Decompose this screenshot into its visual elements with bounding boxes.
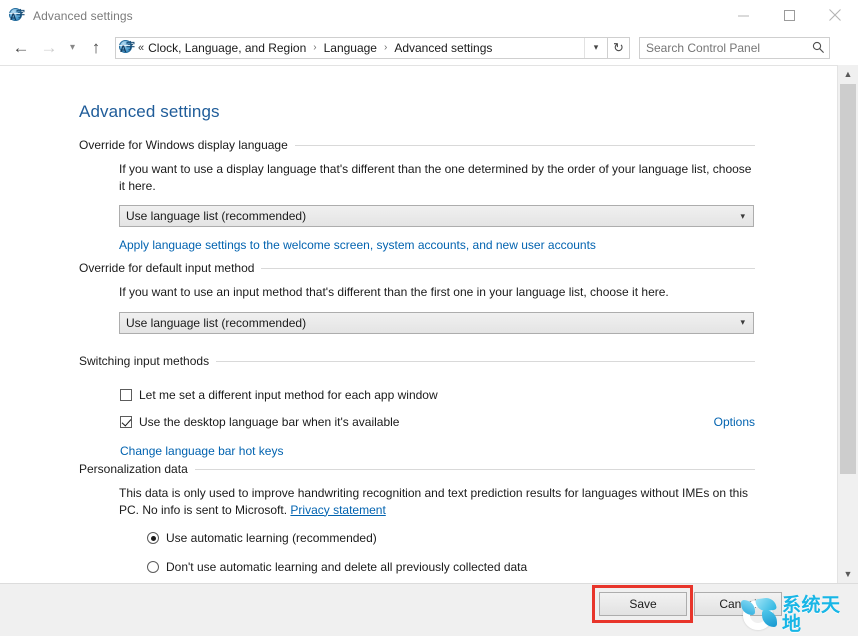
radio-selected-icon[interactable] <box>147 532 159 544</box>
scrollbar-thumb[interactable] <box>840 84 856 474</box>
checkbox-language-bar-label: Use the desktop language bar when it's a… <box>139 415 399 429</box>
chevron-down-icon[interactable]: ▾ <box>740 318 753 327</box>
checkbox-app-window-label: Let me set a different input method for … <box>139 388 438 402</box>
section-header: Override for default input method <box>79 261 755 275</box>
divider <box>195 469 755 470</box>
vertical-scrollbar[interactable]: ▲ ▼ <box>837 65 858 583</box>
breadcrumb-item-clock-language-region[interactable]: Clock, Language, and Region <box>146 41 308 55</box>
personalization-description: This data is only used to improve handwr… <box>119 485 756 518</box>
section-input-method: Override for default input method If you… <box>79 261 755 334</box>
change-language-bar-hot-keys-link[interactable]: Change language bar hot keys <box>120 444 283 458</box>
forward-icon: → <box>36 35 62 61</box>
input-method-combobox-value: Use language list (recommended) <box>120 316 306 330</box>
divider <box>261 268 755 269</box>
radio-use-automatic-learning[interactable]: Use automatic learning (recommended) <box>147 531 755 545</box>
apply-language-settings-link[interactable]: Apply language settings to the welcome s… <box>119 238 596 252</box>
input-method-description: If you want to use an input method that'… <box>119 284 754 301</box>
window-title: Advanced settings <box>33 9 133 23</box>
watermark: 系统天地 <box>740 594 858 635</box>
close-button[interactable] <box>812 0 858 30</box>
section-display-language: Override for Windows display language If… <box>79 138 755 252</box>
window-controls <box>720 0 858 30</box>
scroll-down-icon[interactable]: ▼ <box>838 565 858 583</box>
radio-automatic-label: Use automatic learning (recommended) <box>166 531 377 545</box>
section-personalization-data: Personalization data This data is only u… <box>79 462 755 574</box>
title-bar: A 字 Advanced settings <box>0 0 858 31</box>
breadcrumb-separator-icon[interactable]: › <box>379 43 392 53</box>
language-globe-icon: A 字 <box>9 8 25 24</box>
section-header: Switching input methods <box>79 354 755 368</box>
checkbox-desktop-language-bar[interactable]: Use the desktop language bar when it's a… <box>120 415 755 429</box>
radio-dont-use-automatic-learning[interactable]: Don't use automatic learning and delete … <box>147 560 755 574</box>
section-header: Override for Windows display language <box>79 138 755 152</box>
up-arrow-icon[interactable]: ↑ <box>83 35 109 61</box>
section-switching-input-methods: Switching input methods Let me set a dif… <box>79 354 755 458</box>
display-language-description: If you want to use a display language th… <box>119 161 754 194</box>
breadcrumb-globe-icon: A 字 <box>119 40 135 56</box>
display-language-combobox-value: Use language list (recommended) <box>120 209 306 223</box>
personalization-description-text: This data is only used to improve handwr… <box>119 486 748 517</box>
display-language-combobox[interactable]: Use language list (recommended) ▾ <box>119 205 754 227</box>
breadcrumb-overflow-icon[interactable]: « <box>138 42 144 54</box>
input-method-combobox[interactable]: Use language list (recommended) ▾ <box>119 312 754 334</box>
radio-delete-label: Don't use automatic learning and delete … <box>166 560 527 574</box>
section-header: Personalization data <box>79 462 755 476</box>
section-title: Switching input methods <box>79 354 216 368</box>
breadcrumb-separator-icon[interactable]: › <box>308 43 321 53</box>
breadcrumb-item-advanced-settings[interactable]: Advanced settings <box>392 41 494 55</box>
section-title: Override for Windows display language <box>79 138 295 152</box>
refresh-icon[interactable]: ↻ <box>608 37 630 59</box>
options-link[interactable]: Options <box>714 415 755 429</box>
privacy-statement-link[interactable]: Privacy statement <box>290 503 385 517</box>
watermark-logo-icon <box>740 597 778 633</box>
checkbox-app-window-input-method[interactable]: Let me set a different input method for … <box>120 388 755 402</box>
address-dropdown-icon[interactable]: ▾ <box>584 38 607 58</box>
watermark-text: 系统天地 <box>782 596 858 634</box>
page-title: Advanced settings <box>79 102 220 122</box>
navigation-bar: ← → ▾ ↑ A 字 « Clock, Language, and Regio… <box>0 31 858 64</box>
checkbox-unchecked-icon[interactable] <box>120 389 132 401</box>
back-icon[interactable]: ← <box>8 35 34 61</box>
chevron-down-icon[interactable]: ▾ <box>63 35 82 61</box>
settings-content-area: Advanced settings Override for Windows d… <box>0 65 837 584</box>
scroll-up-icon[interactable]: ▲ <box>838 65 858 83</box>
breadcrumb-item-language[interactable]: Language <box>322 41 379 55</box>
search-box[interactable] <box>639 37 830 59</box>
checkbox-checked-icon[interactable] <box>120 416 132 428</box>
address-bar[interactable]: A 字 « Clock, Language, and Region › Lang… <box>115 37 608 59</box>
chevron-down-icon[interactable]: ▾ <box>740 212 753 221</box>
section-title: Personalization data <box>79 462 195 476</box>
divider <box>295 145 755 146</box>
divider <box>216 361 755 362</box>
section-title: Override for default input method <box>79 261 261 275</box>
search-input[interactable] <box>640 40 807 56</box>
search-icon[interactable] <box>807 41 829 54</box>
maximize-button[interactable] <box>766 0 812 30</box>
radio-unselected-icon[interactable] <box>147 561 159 573</box>
save-button[interactable]: Save <box>599 592 687 616</box>
minimize-button[interactable] <box>720 0 766 30</box>
